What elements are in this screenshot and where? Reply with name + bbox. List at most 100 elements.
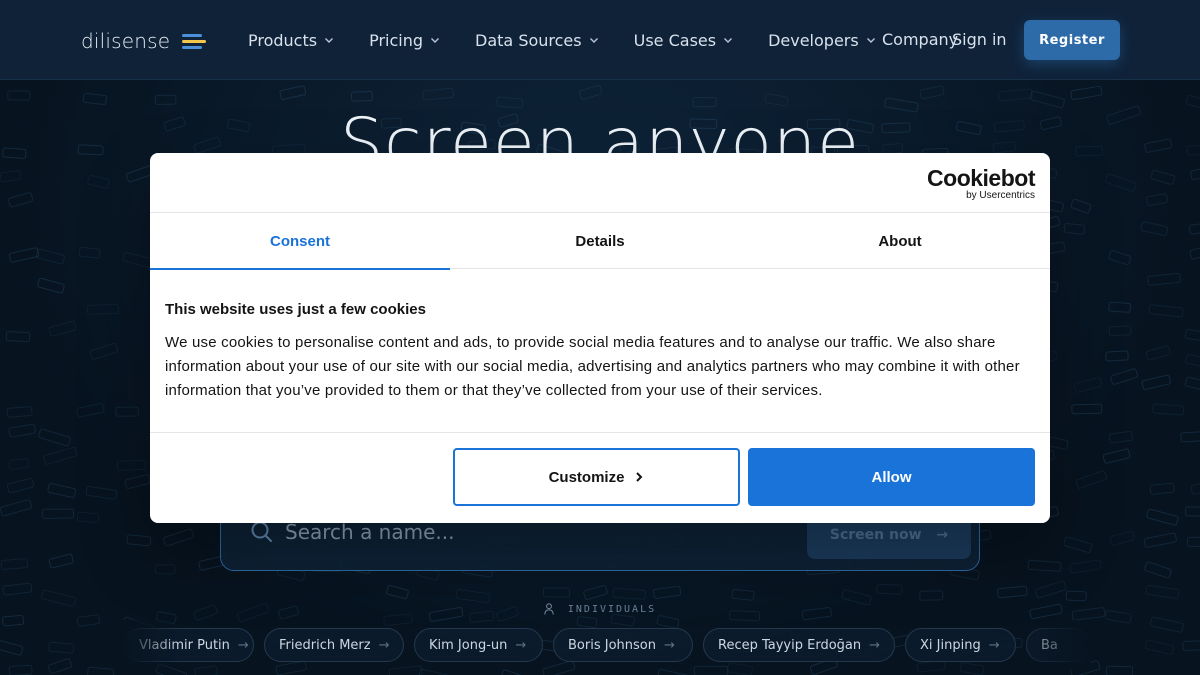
nav-products[interactable]: Products <box>248 31 335 50</box>
nav-label: Products <box>248 30 318 50</box>
pattern-dash <box>76 614 101 627</box>
pattern-dash <box>1065 590 1087 602</box>
nav-data-sources[interactable]: Data Sources <box>475 31 600 50</box>
pattern-dash <box>997 585 1028 599</box>
pattern-dash <box>1108 430 1134 444</box>
screen-now-label: Screen now <box>829 527 922 543</box>
pattern-dash <box>1109 530 1135 546</box>
chip-erdogan[interactable]: Recep Tayyip Erdoğan → <box>703 628 895 662</box>
pattern-dash <box>1070 198 1092 214</box>
pattern-dash <box>610 613 636 627</box>
nav-label: Pricing <box>369 30 424 50</box>
nav-label: Data Sources <box>475 30 582 50</box>
chevron-right-icon <box>636 472 643 482</box>
pattern-dash <box>1105 350 1129 362</box>
chip-boris-johnson[interactable]: Boris Johnson → <box>553 628 693 662</box>
pattern-dash <box>8 664 33 675</box>
pattern-dash <box>48 553 74 569</box>
arrow-right-icon: → <box>237 637 249 653</box>
pattern-dash <box>1071 403 1103 415</box>
chevron-down-icon <box>431 38 440 43</box>
customize-button[interactable]: Customize <box>453 448 740 506</box>
pattern-dash <box>998 88 1033 102</box>
nav-label: Use Cases <box>633 30 717 50</box>
pattern-dash <box>1075 470 1108 489</box>
individuals-label: INDIVIDUALS <box>0 603 1200 615</box>
pattern-dash <box>1190 479 1200 495</box>
pattern-dash <box>8 192 34 208</box>
chevron-down-icon <box>866 38 875 43</box>
search-icon <box>251 521 272 542</box>
cookiebot-logo[interactable]: Cookiebot by Usercentrics <box>927 167 1035 201</box>
pattern-dash <box>1145 193 1168 207</box>
pattern-dash <box>1184 376 1200 391</box>
logo-bars-icon <box>182 33 207 49</box>
tab-consent[interactable]: Consent <box>150 213 450 270</box>
dialog-footer: Customize Allow <box>150 433 1050 522</box>
cookie-consent-dialog: Cookiebot by Usercentrics Consent Detail… <box>150 153 1050 523</box>
pattern-dash <box>43 446 78 465</box>
pattern-dash <box>583 585 608 600</box>
pattern-dash <box>115 406 139 417</box>
pattern-dash <box>1185 506 1200 517</box>
pattern-dash <box>76 511 100 524</box>
pattern-dash <box>163 528 194 547</box>
logo-text: dilisense <box>81 29 171 53</box>
nav-pricing[interactable]: Pricing <box>369 31 441 50</box>
pattern-dash <box>36 248 65 265</box>
tab-about[interactable]: About <box>750 213 1050 269</box>
customize-label: Customize <box>548 468 625 486</box>
arrow-right-icon: → <box>869 637 881 653</box>
signin-link[interactable]: Sign in <box>952 30 1007 49</box>
nav-use-cases[interactable]: Use Cases <box>634 31 734 50</box>
pattern-dash <box>86 304 119 315</box>
chevron-down-icon <box>724 38 733 43</box>
chip-friedrich-merz[interactable]: Friedrich Merz → <box>264 628 404 662</box>
pattern-dash <box>2 582 33 596</box>
pattern-dash <box>78 246 101 259</box>
pattern-dash <box>76 403 105 418</box>
nav-developers[interactable]: Developers <box>768 31 877 50</box>
tab-details[interactable]: Details <box>450 213 750 269</box>
arrow-right-icon: → <box>663 637 675 653</box>
cookiebot-brand-sub: by Usercentrics <box>966 190 1035 201</box>
pattern-dash <box>48 320 77 337</box>
pattern-dash <box>727 662 753 675</box>
register-button[interactable]: Register <box>1024 20 1120 60</box>
pattern-dash <box>1145 345 1171 361</box>
chip-xi-jinping[interactable]: Xi Jinping → <box>905 628 1016 662</box>
pattern-dash <box>693 665 729 675</box>
pattern-dash <box>279 85 307 100</box>
chip-label: Friedrich Merz <box>279 637 371 653</box>
pattern-dash <box>154 564 176 575</box>
pattern-dash <box>1148 304 1184 318</box>
pattern-dash <box>6 477 35 494</box>
pattern-dash <box>37 277 65 294</box>
chip-label: Boris Johnson <box>568 637 656 653</box>
chevron-down-icon <box>589 38 598 43</box>
pattern-dash <box>653 585 682 599</box>
pattern-dash <box>959 662 985 675</box>
allow-button[interactable]: Allow <box>748 448 1035 506</box>
chip-label: Xi Jinping <box>920 637 981 653</box>
pattern-dash <box>1152 403 1185 416</box>
logo[interactable]: dilisense <box>81 28 207 54</box>
individuals-text: INDIVIDUALS <box>567 604 657 615</box>
chevron-down-icon <box>325 38 334 43</box>
pattern-dash <box>38 428 71 447</box>
pattern-dash <box>122 251 154 268</box>
pattern-dash <box>500 669 522 675</box>
chip-kim-jong-un[interactable]: Kim Jong-un → <box>414 628 543 662</box>
pattern-dash <box>418 668 450 675</box>
pattern-dash <box>1144 561 1172 579</box>
pattern-dash <box>1145 584 1180 599</box>
pattern-dash <box>1070 85 1103 101</box>
pattern-dash <box>1140 221 1169 236</box>
dialog-text: We use cookies to personalise content an… <box>165 334 1020 399</box>
pattern-dash <box>916 660 946 673</box>
pattern-dash <box>154 94 177 105</box>
cookiebot-brand: Cookiebot <box>927 165 1035 191</box>
nav-company[interactable]: Company <box>882 30 958 49</box>
pattern-dash <box>1141 374 1171 390</box>
pattern-dash <box>1180 430 1200 443</box>
